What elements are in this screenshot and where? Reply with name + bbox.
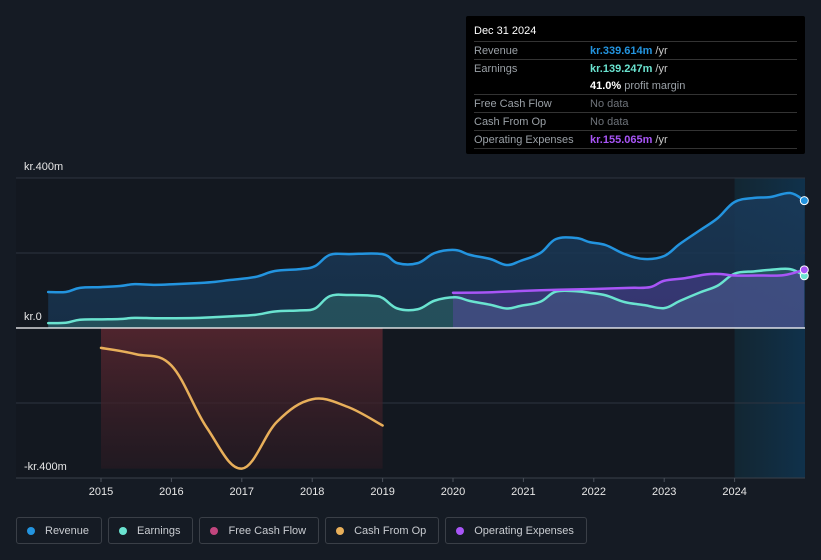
- tooltip-row-cash-from-op: Cash From Op No data: [474, 113, 797, 131]
- tooltip-value: 41.0%: [590, 79, 622, 92]
- legend-label: Free Cash Flow: [228, 524, 307, 537]
- legend-item-operating-expenses[interactable]: Operating Expenses: [445, 517, 587, 544]
- tooltip-row-operating-expenses: Operating Expenses kr.155.065m /yr: [474, 131, 797, 149]
- x-tick-label: 2023: [652, 486, 676, 498]
- x-tick-label: 2019: [370, 486, 394, 498]
- x-tick-label: 2021: [511, 486, 535, 498]
- legend-label: Cash From Op: [354, 524, 427, 537]
- tooltip-value: kr.155.065m: [590, 133, 653, 146]
- cash-from-op-area: [101, 328, 383, 469]
- tooltip-value: No data: [590, 115, 629, 128]
- operating-expenses-end-marker: [799, 265, 809, 275]
- legend-dot-icon: [456, 526, 465, 535]
- tooltip-label: Revenue: [474, 44, 519, 57]
- tooltip-value: kr.139.247m: [590, 62, 653, 75]
- tooltip-row-free-cash-flow: Free Cash Flow No data: [474, 95, 797, 113]
- tooltip-unit: profit margin: [624, 79, 686, 92]
- tooltip-label: Free Cash Flow: [474, 97, 552, 110]
- x-tick-label: 2016: [159, 486, 183, 498]
- legend-label: Operating Expenses: [474, 524, 574, 537]
- legend-dot-icon: [119, 526, 128, 535]
- x-tick-label: 2018: [300, 486, 324, 498]
- revenue-end-marker: [799, 196, 809, 206]
- y-axis-label: kr.0: [24, 311, 42, 323]
- tooltip-value: No data: [590, 97, 629, 110]
- tooltip-row-profit-margin: 41.0% profit margin: [474, 77, 797, 95]
- y-axis-label: kr.400m: [24, 161, 63, 173]
- legend-dot-icon: [27, 526, 35, 535]
- tooltip-unit: /yr: [655, 44, 668, 57]
- tooltip-unit: /yr: [655, 62, 668, 75]
- legend-item-earnings[interactable]: Earnings: [108, 517, 194, 544]
- legend-item-cash-from-op[interactable]: Cash From Op: [325, 517, 440, 544]
- x-tick-label: 2015: [89, 486, 113, 498]
- tooltip-unit: /yr: [655, 133, 668, 146]
- legend-label: Revenue: [45, 524, 90, 537]
- legend: Revenue Earnings Free Cash Flow Cash Fro…: [16, 517, 587, 544]
- legend-item-free-cash-flow[interactable]: Free Cash Flow: [199, 517, 320, 544]
- legend-item-revenue[interactable]: Revenue: [16, 517, 103, 544]
- x-tick-label: 2022: [582, 486, 606, 498]
- tooltip-value: kr.339.614m: [590, 44, 653, 57]
- x-tick-label: 2024: [722, 486, 746, 498]
- legend-dot-icon: [336, 526, 345, 535]
- tooltip-date: Dec 31 2024: [474, 22, 797, 42]
- tooltip-label: Cash From Op: [474, 115, 547, 128]
- tooltip-panel: Dec 31 2024 Revenue kr.339.614m /yr Earn…: [466, 16, 805, 154]
- tooltip-label: Earnings: [474, 62, 518, 75]
- y-axis-label: -kr.400m: [24, 461, 67, 473]
- tooltip-row-earnings: Earnings kr.139.247m /yr: [474, 60, 797, 77]
- tooltip-label: Operating Expenses: [474, 133, 574, 146]
- legend-dot-icon: [210, 526, 219, 535]
- legend-label: Earnings: [137, 524, 181, 537]
- tooltip-row-revenue: Revenue kr.339.614m /yr: [474, 42, 797, 60]
- x-tick-label: 2020: [441, 486, 465, 498]
- x-tick-label: 2017: [230, 486, 254, 498]
